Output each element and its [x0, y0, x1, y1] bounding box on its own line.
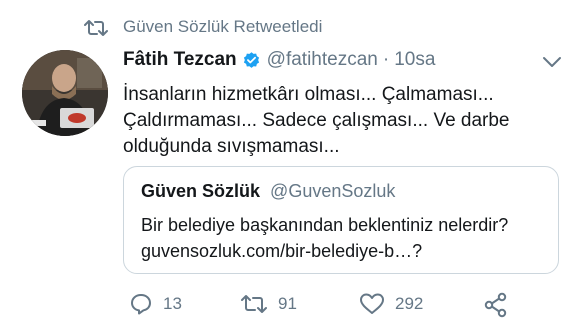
chevron-down-icon[interactable]	[541, 55, 563, 69]
verified-badge-icon	[243, 51, 259, 68]
share-button[interactable]	[483, 292, 509, 318]
tweet-header: Fâtih Tezcan @fatihtezcan · 10sa	[123, 49, 435, 71]
reply-icon	[131, 294, 151, 315]
quoted-tweet-header: Güven Sözlük @GuvenSozluk	[141, 181, 395, 202]
like-button[interactable]: 292	[359, 292, 423, 316]
quoted-author-handle: @GuvenSozluk	[270, 181, 396, 201]
tweet-timestamp[interactable]: 10sa	[394, 49, 435, 71]
separator-dot: ·	[382, 49, 390, 70]
author-handle[interactable]: @fatihtezcan	[267, 49, 378, 71]
tweet-actions: 13 91 292	[123, 292, 563, 322]
author-name[interactable]: Fâtih Tezcan	[123, 49, 237, 71]
heart-icon	[360, 293, 384, 314]
reply-button[interactable]: 13	[129, 292, 182, 316]
retweet-icon	[84, 20, 108, 36]
quoted-tweet[interactable]: Güven Sözlük @GuvenSozluk Bir belediye b…	[123, 166, 559, 274]
retweet-button[interactable]: 91	[240, 292, 297, 316]
tweet-text: İnsanların hizmetkârı olması... Çalmamas…	[123, 84, 510, 157]
retweet-icon	[241, 295, 267, 313]
quoted-tweet-text: Bir belediye başkanından beklentiniz nel…	[141, 215, 509, 261]
retweet-context-label[interactable]: Güven Sözlük Retweetledi	[123, 17, 322, 37]
share-icon	[484, 292, 507, 318]
avatar[interactable]	[22, 50, 108, 136]
quoted-author-name: Güven Sözlük	[141, 181, 261, 201]
retweet-count: 91	[278, 294, 297, 313]
like-count: 292	[395, 294, 424, 313]
reply-count: 13	[163, 294, 182, 313]
